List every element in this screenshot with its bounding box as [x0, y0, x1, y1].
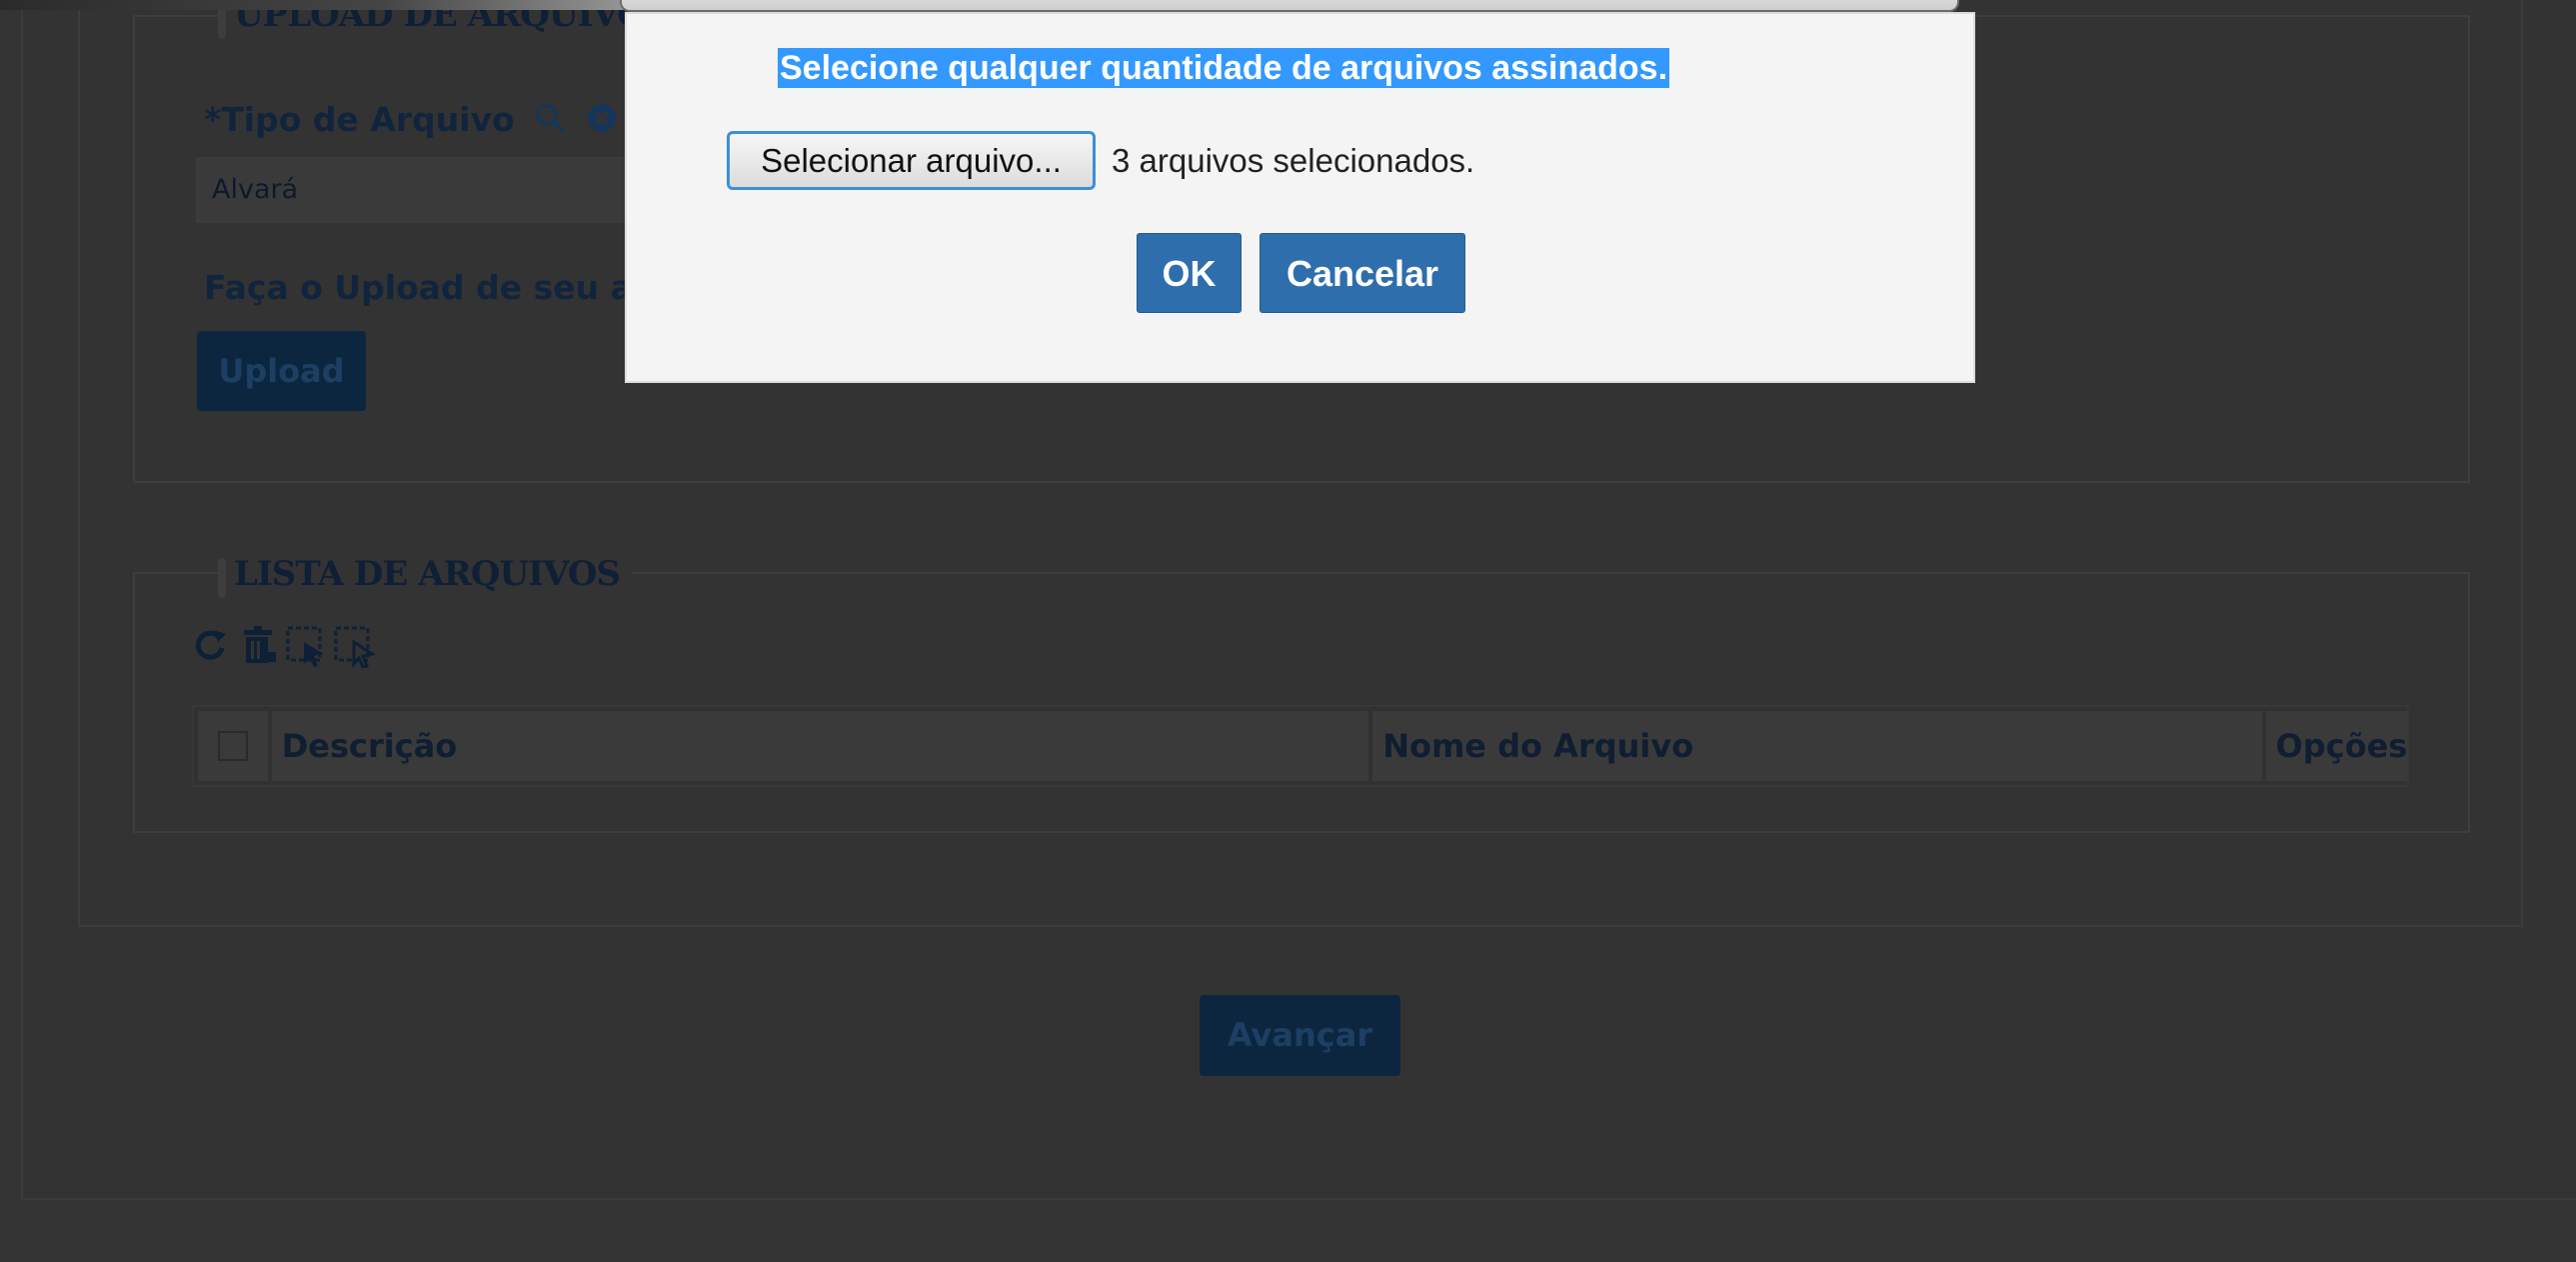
file-list-legend: LISTA DE ARQUIVOS	[218, 554, 633, 598]
file-picker-window-edge	[620, 0, 1959, 12]
deselect-all-icon[interactable]	[332, 624, 376, 669]
upload-hint: Faça o Upload de seu ar	[204, 268, 650, 307]
file-table-header: Descrição Nome do Arquivo Opções	[194, 711, 2407, 781]
select-all-column	[198, 711, 268, 781]
ok-button[interactable]: OK	[1137, 233, 1242, 313]
file-picker-row: Selecionar arquivo... 3 arquivos selecio…	[727, 131, 1474, 190]
delete-icon[interactable]	[236, 624, 280, 668]
clear-icon[interactable]	[586, 102, 618, 142]
select-all-checkbox[interactable]	[218, 731, 248, 761]
upload-dialog: Selecione qualquer quantidade de arquivo…	[625, 12, 1975, 383]
advance-button[interactable]: Avançar	[1200, 995, 1400, 1076]
choose-file-button[interactable]: Selecionar arquivo...	[727, 131, 1096, 190]
select-all-icon[interactable]	[284, 624, 328, 668]
column-header-description[interactable]: Descrição	[271, 711, 1369, 781]
window-shadow	[0, 0, 640, 10]
page: UPLOAD DE ARQUIVO *Tipo de Arquivo Alvar…	[0, 0, 2576, 1262]
selected-files-status: 3 arquivos selecionados.	[1112, 141, 1475, 179]
search-icon[interactable]	[534, 102, 566, 142]
cancel-button[interactable]: Cancelar	[1260, 233, 1465, 313]
column-header-options[interactable]: Opções	[2265, 711, 2407, 781]
dialog-message: Selecione qualquer quantidade de arquivo…	[778, 48, 1670, 88]
file-type-label: *Tipo de Arquivo	[204, 100, 618, 142]
column-header-file-name[interactable]: Nome do Arquivo	[1372, 711, 2262, 781]
file-list-toolbar	[188, 624, 376, 669]
file-table: Descrição Nome do Arquivo Opções	[192, 705, 2409, 787]
file-list-fieldset: LISTA DE ARQUIVOS	[133, 554, 2470, 833]
file-type-select[interactable]: Alvará	[196, 157, 636, 223]
file-type-label-text: *Tipo de Arquivo	[204, 100, 515, 139]
refresh-icon[interactable]	[188, 624, 232, 668]
upload-button[interactable]: Upload	[197, 331, 366, 411]
